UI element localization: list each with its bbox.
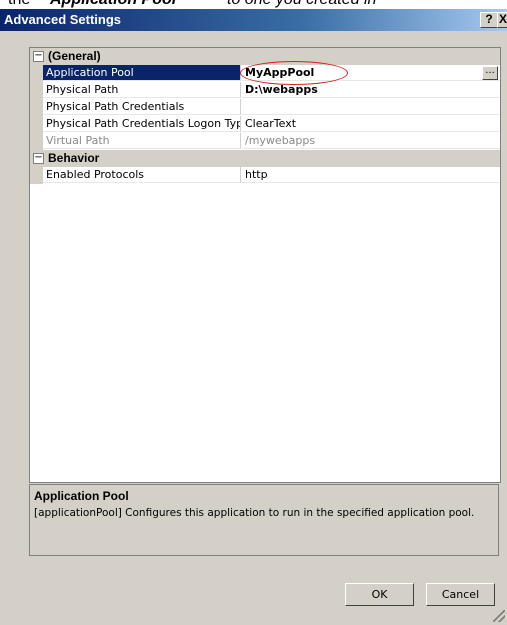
ellipsis-button[interactable]: ... [482, 66, 498, 80]
property-value[interactable]: ClearText [242, 116, 500, 132]
row-gutter [30, 167, 43, 184]
window-title: Advanced Settings [4, 12, 122, 27]
property-value[interactable] [242, 99, 500, 115]
row-gutter [30, 65, 43, 82]
property-row-physical-path[interactable]: Physical Path D:\webapps [30, 82, 500, 99]
property-name[interactable]: Enabled Protocols [43, 167, 241, 183]
cancel-button[interactable]: Cancel [426, 583, 495, 606]
close-button[interactable]: X [497, 12, 507, 28]
property-value[interactable]: MyAppPool [242, 65, 500, 81]
advanced-settings-dialog: Advanced Settings ? X − (General) Applic… [0, 9, 507, 625]
caption-bold: Application Pool [50, 0, 176, 9]
category-label: Behavior [48, 151, 100, 165]
property-value[interactable]: D:\webapps [242, 82, 500, 98]
tutorial-caption: the Application Pool to one you created … [0, 0, 507, 9]
ok-button[interactable]: OK [345, 583, 414, 606]
description-pane: Application Pool [applicationPool] Confi… [29, 484, 499, 556]
resize-grip-icon[interactable] [493, 610, 505, 622]
category-general[interactable]: − (General) [30, 48, 500, 65]
description-text: [applicationPool] Configures this applic… [34, 507, 475, 519]
property-row-application-pool[interactable]: Application Pool MyAppPool ... [30, 61, 500, 85]
category-behavior[interactable]: − Behavior [30, 150, 500, 167]
row-gutter [30, 133, 43, 150]
row-gutter [30, 99, 43, 116]
row-gutter [30, 82, 43, 99]
description-title: Application Pool [34, 489, 129, 503]
property-value[interactable]: /mywebapps [242, 133, 500, 149]
property-name[interactable]: Virtual Path [43, 133, 241, 149]
category-label: (General) [48, 49, 101, 63]
property-row-logon-type[interactable]: Physical Path Credentials Logon Type Cle… [30, 116, 500, 133]
collapse-icon[interactable]: − [33, 51, 44, 62]
caption-rest: to one you created in [227, 0, 376, 9]
property-value[interactable]: http [242, 167, 500, 183]
property-row-virtual-path[interactable]: Virtual Path /mywebapps [30, 133, 500, 150]
caption-lead: the [8, 0, 30, 9]
property-name[interactable]: Physical Path [43, 82, 241, 98]
property-name[interactable]: Physical Path Credentials [43, 99, 241, 115]
help-button[interactable]: ? [480, 12, 498, 28]
title-bar[interactable]: Advanced Settings ? X [0, 9, 507, 31]
row-gutter [30, 116, 43, 133]
property-name[interactable]: Physical Path Credentials Logon Type [43, 116, 241, 132]
property-grid[interactable]: − (General) Application Pool MyAppPool .… [29, 47, 501, 483]
property-row-enabled-protocols[interactable]: Enabled Protocols http [30, 167, 500, 184]
property-name[interactable]: Application Pool [43, 65, 241, 81]
property-row-physical-path-credentials[interactable]: Physical Path Credentials [30, 99, 500, 116]
collapse-icon[interactable]: − [33, 153, 44, 164]
